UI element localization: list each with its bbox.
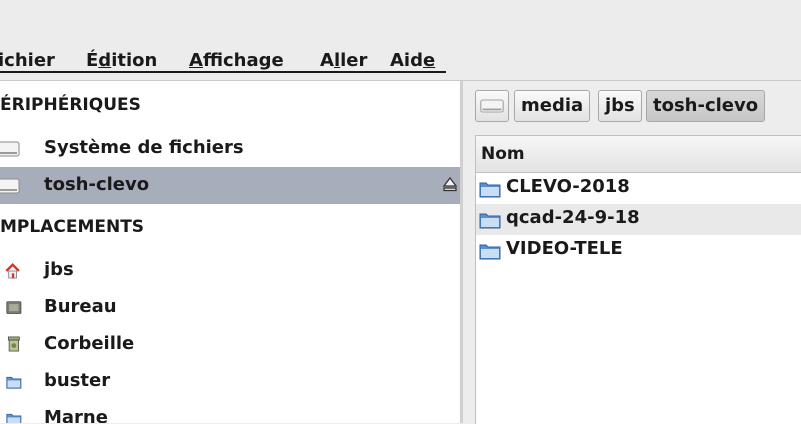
window-titlebar [0,0,801,40]
sidebar-item-jbs[interactable]: jbs [0,252,460,289]
folder-icon [479,213,501,229]
folder-icon [6,376,22,389]
menu-aller[interactable]: Aller [320,50,367,71]
sidebar-item-label: buster [44,370,111,391]
drive-icon [0,178,20,194]
section-header-places: MPLACEMENTS [0,217,145,237]
main-pane: media jbs tosh-clevo Nom CLEVO-2018 qcad… [463,81,801,424]
file-row[interactable]: qcad-24-9-18 [476,204,801,235]
sidebar-item-buster[interactable]: buster [0,363,460,400]
file-name: qcad-24-9-18 [506,207,640,228]
file-list: Nom CLEVO-2018 qcad-24-9-18 VIDEO-TELE [475,135,801,424]
drive-icon [0,141,20,157]
menu-affichage[interactable]: Affichage [189,50,284,71]
crumb-root-drive[interactable] [475,90,509,122]
sidebar-item-label: Marne [44,407,108,423]
menu-fichier[interactable]: ichier [0,50,55,71]
sidebar-item-marne[interactable]: Marne [0,400,460,423]
eject-icon[interactable] [442,175,458,193]
sidebar-item-filesystem[interactable]: Système de fichiers [0,130,460,167]
sidebar-item-label: Système de fichiers [44,137,244,158]
menu-separator [0,71,446,73]
sidebar-item-tosh-clevo[interactable]: tosh-clevo [0,167,460,204]
folder-icon [6,413,22,423]
file-row[interactable]: VIDEO-TELE [476,235,801,266]
home-icon [5,263,20,279]
menu-bar: ichier Édition Affichage Aller Aide [0,40,801,81]
sidebar-item-label: Corbeille [44,333,135,354]
folder-icon [479,244,501,260]
sidebar-item-label: jbs [44,259,74,280]
file-row[interactable]: CLEVO-2018 [476,173,801,204]
sidebar-item-bureau[interactable]: Bureau [0,289,460,326]
sidebar-item-corbeille[interactable]: Corbeille [0,326,460,363]
sidebar: ÉRIPHÉRIQUES Système de fichiers tosh-cl… [0,81,460,423]
sidebar-item-label: Bureau [44,296,117,317]
drive-icon [480,99,504,113]
menu-edition[interactable]: Édition [86,50,157,71]
sidebar-item-label: tosh-clevo [44,174,150,195]
menu-aide[interactable]: Aide [390,50,435,71]
section-header-devices: ÉRIPHÉRIQUES [0,95,141,115]
file-name: VIDEO-TELE [506,238,623,259]
crumb-jbs[interactable]: jbs [598,90,642,122]
desktop-icon [6,301,22,314]
crumb-media[interactable]: media [514,90,591,122]
crumb-tosh-clevo[interactable]: tosh-clevo [646,90,766,122]
column-header-nom[interactable]: Nom [476,136,801,173]
file-name: CLEVO-2018 [506,176,630,197]
trash-icon [7,336,20,352]
folder-icon [479,182,501,198]
